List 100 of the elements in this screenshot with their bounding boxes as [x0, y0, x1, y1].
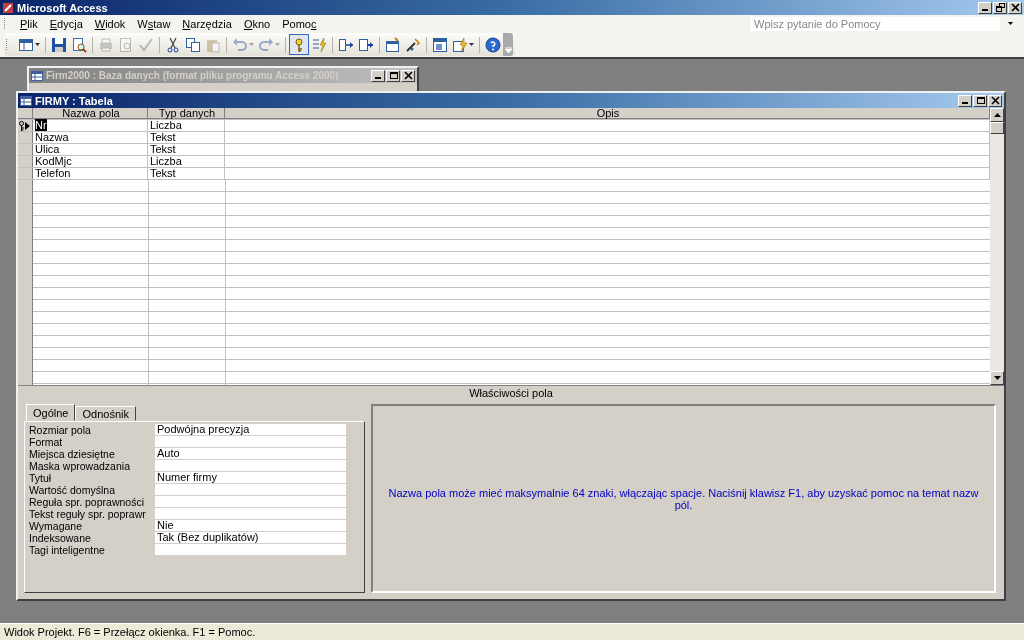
dropdown-arrow-icon [1007, 22, 1013, 25]
property-value-field[interactable] [155, 484, 346, 496]
help-text: Nazwa pola może mieć maksymalnie 64 znaki, włączając spacje. Naciśnij klawisz F1, aby uzyskać pomoc na temat nazw pól. [387, 486, 980, 511]
table-cell[interactable]: Nazwa [33, 132, 148, 143]
property-value-field[interactable] [155, 544, 346, 556]
restore-button[interactable] [993, 1, 1007, 14]
property-value-field[interactable] [155, 496, 346, 508]
down-arrow-icon [993, 376, 1001, 380]
magnifier-document-icon [71, 36, 87, 53]
property-label: Reguła spr. poprawności [29, 496, 145, 508]
help-icon [485, 36, 501, 53]
toolbar-button[interactable] [289, 34, 309, 55]
menu-item[interactable]: Edycja [43, 17, 89, 30]
window-title: FIRMY : Tabela [35, 94, 114, 107]
delete-rows-icon [358, 36, 374, 53]
table-cell[interactable]: KodMjc [33, 156, 148, 167]
close-button[interactable] [1008, 1, 1022, 14]
table-icon [31, 69, 43, 82]
new-object-icon [452, 36, 468, 53]
minimize-button[interactable] [958, 94, 972, 107]
close-icon [1009, 2, 1021, 13]
property-label: Maska wprowadzania [29, 460, 131, 472]
table-cell[interactable]: Nr [33, 120, 148, 131]
property-value-field[interactable] [155, 436, 346, 448]
maximize-icon [387, 70, 399, 81]
undo-arrow-icon [232, 36, 248, 53]
property-value-field[interactable]: Podwójna precyzja [155, 424, 346, 436]
current-row-arrow-icon [25, 121, 30, 130]
section-title: Właściwości pola [18, 385, 1004, 400]
menu-item[interactable]: Widok [88, 17, 132, 30]
menu-item[interactable]: Plik [14, 17, 44, 30]
up-arrow-icon [993, 113, 1001, 117]
property-value-field[interactable] [155, 460, 346, 472]
key-icon [18, 120, 25, 131]
restore-icon [994, 2, 1006, 13]
minimize-icon [962, 102, 968, 104]
table-icon [20, 94, 32, 107]
menu-item[interactable]: Okno [237, 17, 277, 30]
app-icon [2, 1, 14, 14]
lightning-list-icon [311, 36, 327, 53]
tab[interactable]: Ogólne [26, 404, 76, 421]
database-window-icon [432, 36, 448, 53]
chevron-icon [504, 47, 512, 53]
property-value-field[interactable]: Numer firmy [155, 472, 346, 484]
menu-item[interactable]: Pomoc [276, 17, 323, 30]
row-selector[interactable] [18, 120, 33, 131]
table-cell[interactable]: Tekst [148, 132, 225, 143]
menu-item[interactable]: Wstaw [131, 17, 177, 30]
property-label: Tytuł [29, 472, 53, 484]
table-cell[interactable]: Ulica [33, 144, 148, 155]
property-label: Wymagane [29, 520, 83, 532]
table-cell[interactable]: Liczba [148, 120, 225, 131]
printer-icon [98, 36, 114, 53]
property-label: Tagi inteligentne [29, 544, 106, 556]
property-label: Format [29, 436, 64, 448]
dropdown-arrow-icon [275, 43, 280, 46]
redo-arrow-icon [258, 36, 274, 53]
vertical-scrollbar[interactable] [990, 108, 1004, 385]
column-header[interactable]: Nazwa pola [33, 108, 148, 119]
copy-icon [185, 36, 201, 53]
table-cell[interactable]: Tekst [148, 144, 225, 155]
scissors-icon [165, 36, 181, 53]
scroll-up-button[interactable] [990, 108, 1004, 122]
menu-item[interactable]: Narzędzia [176, 17, 238, 30]
close-button[interactable] [988, 94, 1002, 107]
property-label: Miejsca dziesiętne [29, 448, 116, 460]
property-value-field[interactable] [155, 508, 346, 520]
toolbar-grip [6, 39, 10, 50]
column-header[interactable]: Typ danych [148, 108, 225, 119]
table-view-icon [18, 36, 34, 53]
table-cell[interactable]: Liczba [148, 156, 225, 167]
property-value-field[interactable]: Nie [155, 520, 346, 532]
maximize-icon [974, 95, 986, 106]
property-value-field[interactable]: Auto [155, 448, 346, 460]
property-value-field[interactable]: Tak (Bez duplikatów) [155, 532, 346, 544]
scroll-down-button[interactable] [990, 371, 1004, 385]
column-header[interactable]: Opis [225, 108, 990, 119]
tab[interactable]: Odnośnik [75, 406, 136, 421]
window-title: Microsoft Access [17, 1, 109, 14]
insert-rows-icon [338, 36, 354, 53]
property-label: Tekst reguły spr. poprawr [29, 508, 147, 520]
toolbar-button[interactable] [483, 34, 503, 55]
minimize-icon [982, 9, 988, 11]
magic-wand-icon [405, 36, 421, 53]
minimize-button[interactable] [978, 1, 992, 14]
dropdown-arrow-icon [249, 43, 254, 46]
property-label: Wartość domyślna [29, 484, 116, 496]
dropdown-arrow-icon [35, 43, 40, 46]
table-cell[interactable]: Tekst [148, 168, 225, 179]
scroll-thumb[interactable] [990, 122, 1004, 134]
print-preview-icon [118, 36, 134, 53]
table-cell[interactable]: Telefon [33, 168, 148, 179]
spelling-check-icon [138, 36, 154, 53]
dropdown-arrow-icon [469, 43, 474, 46]
help-question-field[interactable]: Wpisz pytanie do Pomocy [750, 16, 1000, 31]
property-label: Indeksowane [29, 532, 92, 544]
maximize-button[interactable] [973, 94, 987, 107]
status-bar-text: Widok Projekt. F6 = Przełącz okienka. F1 = Pomoc. [0, 623, 1024, 640]
close-icon [402, 70, 414, 81]
close-icon [989, 95, 1001, 106]
